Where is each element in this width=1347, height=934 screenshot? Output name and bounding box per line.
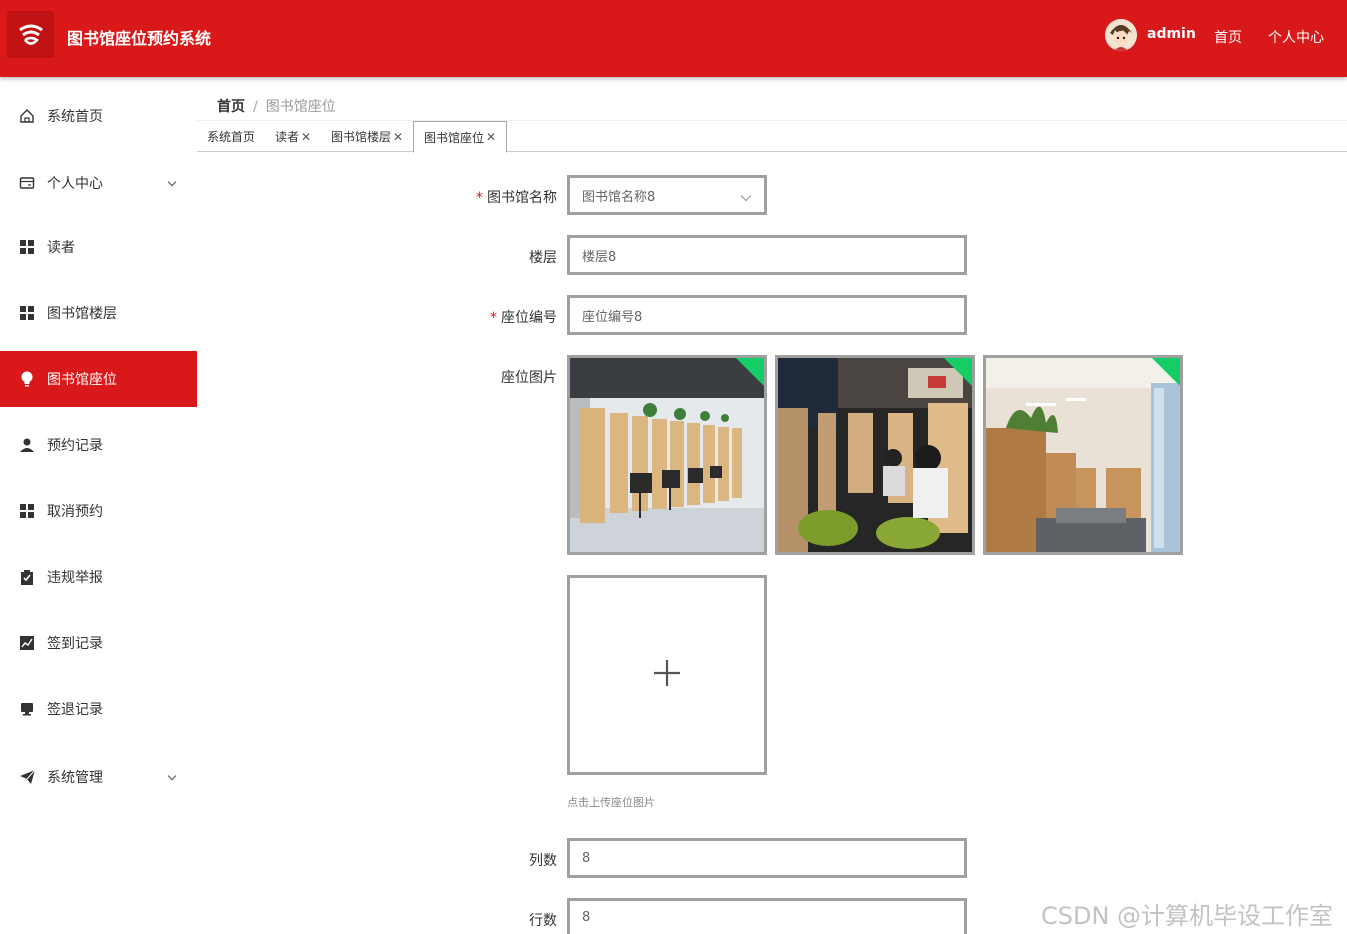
username[interactable]: admin: [1147, 26, 1196, 42]
sidebar-item-home[interactable]: 系统首页: [0, 88, 197, 144]
seat-image-thumbnail[interactable]: [983, 355, 1183, 555]
home-icon: [19, 108, 35, 124]
nav-profile-link[interactable]: 个人中心: [1268, 27, 1324, 47]
send-icon: [19, 769, 35, 785]
seat-image-thumbnail[interactable]: [775, 355, 975, 555]
library-name-select[interactable]: 图书馆名称8: [567, 175, 767, 215]
sidebar-item-label: 系统首页: [47, 109, 103, 125]
chevron-down-icon: [167, 172, 177, 191]
grid-icon: [19, 239, 35, 255]
chart-icon: [19, 635, 35, 651]
close-icon[interactable]: ✕: [486, 130, 496, 144]
top-header: 图书馆座位预约系统 admin 首页 个人中心: [0, 0, 1347, 77]
plus-icon: [652, 658, 682, 692]
tab-label: 读者: [275, 130, 300, 144]
sidebar-item-label: 签到记录: [47, 636, 103, 652]
sidebar-item-violations[interactable]: 违规举报: [0, 549, 197, 605]
sidebar-item-profile[interactable]: 个人中心: [0, 155, 197, 211]
user-icon: [19, 437, 35, 453]
logo-icon: [7, 11, 54, 58]
watermark: CSDN @计算机毕设工作室: [1041, 902, 1334, 930]
tab-label: 系统首页: [207, 130, 256, 144]
tab-floors[interactable]: 图书馆楼层 ✕: [321, 121, 413, 152]
rows-label: 行数: [529, 913, 557, 929]
app-title: 图书馆座位预约系统: [67, 29, 212, 48]
chevron-down-icon: [167, 766, 177, 785]
sidebar-item-label: 系统管理: [47, 770, 103, 786]
sidebar-item-checkout[interactable]: 签退记录: [0, 681, 197, 737]
breadcrumb-home[interactable]: 首页: [217, 99, 245, 115]
avatar[interactable]: [1105, 19, 1137, 51]
seat-image-thumbnail[interactable]: [567, 355, 767, 555]
tab-seats[interactable]: 图书馆座位 ✕: [413, 121, 508, 153]
columns-label: 列数: [529, 853, 557, 869]
sidebar-item-checkin[interactable]: 签到记录: [0, 615, 197, 671]
columns-value: 8: [582, 850, 591, 866]
success-corner-badge: [1152, 358, 1180, 386]
floor-label: 楼层: [529, 250, 557, 266]
rows-value: 8: [582, 910, 591, 925]
sidebar-item-reservations[interactable]: 预约记录: [0, 417, 197, 473]
close-icon[interactable]: ✕: [301, 130, 311, 144]
breadcrumb-separator: /: [253, 99, 258, 115]
sidebar-item-readers[interactable]: 读者: [0, 219, 197, 275]
image-upload-button[interactable]: [567, 575, 767, 775]
tab-readers[interactable]: 读者 ✕: [265, 121, 321, 152]
close-icon[interactable]: ✕: [393, 130, 403, 144]
tab-bar: 系统首页 读者 ✕ 图书馆楼层 ✕ 图书馆座位 ✕: [197, 121, 1347, 153]
sidebar-item-label: 个人中心: [47, 176, 103, 192]
tab-label: 图书馆楼层: [331, 130, 392, 144]
sidebar-item-system[interactable]: 系统管理: [0, 749, 197, 805]
sidebar-item-cancel[interactable]: 取消预约: [0, 483, 197, 539]
sidebar-item-label: 签退记录: [47, 702, 103, 718]
library-name-value: 图书馆名称8: [582, 189, 656, 205]
required-mark: *: [476, 190, 483, 206]
library-name-label: * 图书馆名称: [476, 190, 557, 206]
wallet-icon: [19, 175, 35, 191]
chevron-down-icon: [740, 191, 752, 206]
breadcrumb: 首页 / 图书馆座位: [217, 96, 336, 116]
sidebar-item-floors[interactable]: 图书馆楼层: [0, 285, 197, 341]
seat-no-label: * 座位编号: [490, 310, 557, 326]
breadcrumb-current: 图书馆座位: [265, 99, 336, 115]
grid-icon: [19, 305, 35, 321]
success-corner-badge: [736, 358, 764, 386]
sidebar-item-seats[interactable]: 图书馆座位: [0, 351, 197, 407]
seat-no-input[interactable]: 座位编号8: [567, 295, 967, 335]
floor-value: 楼层8: [582, 249, 617, 265]
seat-no-value: 座位编号8: [582, 309, 643, 325]
sidebar-item-label: 预约记录: [47, 438, 103, 454]
sidebar-item-label: 违规举报: [47, 570, 103, 586]
sidebar-item-label: 读者: [47, 240, 75, 256]
tab-label: 图书馆座位: [424, 130, 485, 145]
seat-image-label: 座位图片: [501, 370, 557, 386]
nav-home-link[interactable]: 首页: [1214, 27, 1242, 47]
monitor-icon: [19, 701, 35, 717]
success-corner-badge: [944, 358, 972, 386]
floor-input[interactable]: 楼层8: [567, 235, 967, 275]
sidebar-item-label: 图书馆楼层: [47, 306, 117, 322]
required-mark: *: [490, 310, 497, 326]
tab-home[interactable]: 系统首页: [197, 121, 265, 152]
grid-icon: [19, 503, 35, 519]
sidebar-item-label: 图书馆座位: [47, 372, 117, 388]
columns-input[interactable]: 8: [567, 838, 967, 878]
upload-hint: 点击上传座位图片: [567, 796, 655, 809]
rows-input[interactable]: 8: [567, 898, 967, 934]
sidebar-item-label: 取消预约: [47, 504, 103, 520]
clipboard-icon: [19, 569, 35, 585]
bulb-icon: [19, 371, 35, 387]
